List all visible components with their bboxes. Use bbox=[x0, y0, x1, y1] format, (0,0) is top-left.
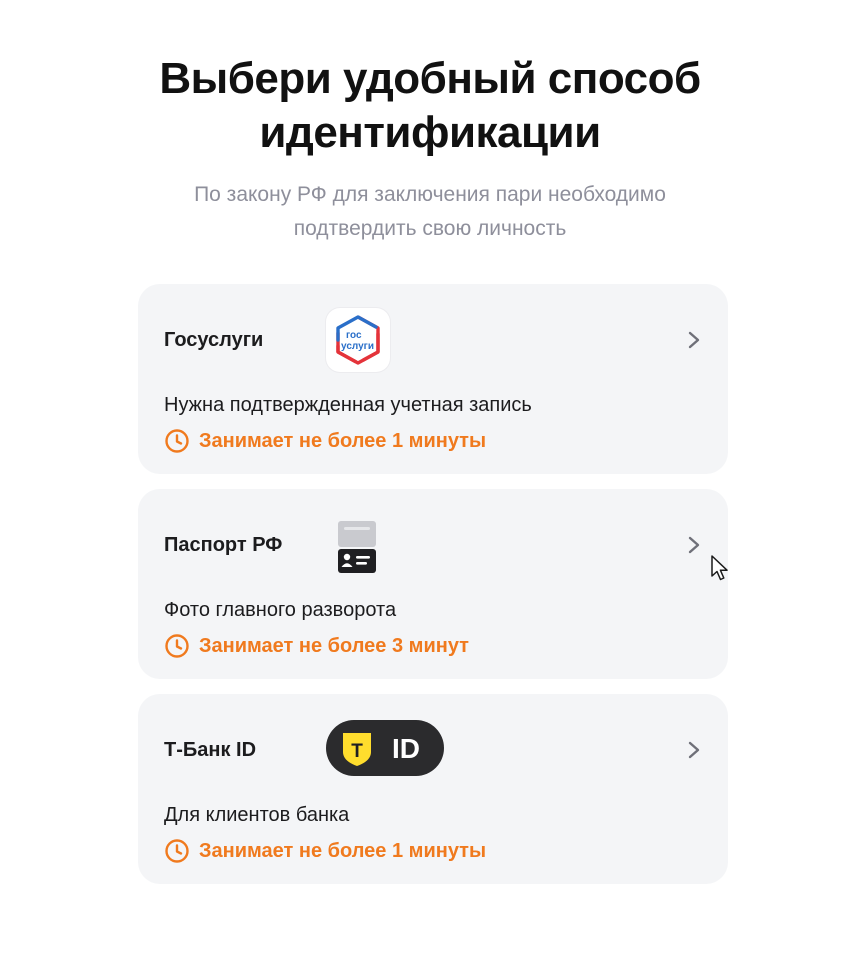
clock-icon bbox=[165, 429, 189, 453]
method-description: Для клиентов банка bbox=[164, 804, 350, 826]
method-card-passport[interactable]: Паспорт РФ Фото главного разворота Заним… bbox=[138, 489, 728, 679]
tbank-logo-id: ID bbox=[392, 733, 420, 764]
page-subtitle: По закону РФ для заключения пари необход… bbox=[194, 183, 666, 240]
identification-screen: Выбери удобный способ идентификации По з… bbox=[0, 0, 860, 980]
method-duration-text: Занимает не более 3 минут bbox=[199, 634, 469, 657]
method-description: Фото главного разворота bbox=[164, 599, 397, 621]
chevron-right-icon bbox=[688, 331, 700, 349]
gosuslugi-logo-text-bottom: услуги bbox=[341, 341, 374, 352]
passport-icon bbox=[334, 519, 384, 579]
tbank-id-logo: Т ID bbox=[326, 720, 444, 776]
chevron-right-icon bbox=[688, 741, 700, 759]
method-card-gosuslugi[interactable]: Госуслуги гос услуги Нужна подтвержденна… bbox=[138, 284, 728, 474]
method-duration: Занимает не более 1 минуты bbox=[164, 427, 486, 455]
clock-icon bbox=[165, 839, 189, 863]
clock-icon bbox=[165, 634, 189, 658]
method-title: Паспорт РФ bbox=[164, 534, 283, 556]
method-title: Т-Банк ID bbox=[164, 739, 257, 761]
tbank-logo-letter: Т bbox=[351, 741, 363, 762]
method-title: Госуслуги bbox=[164, 329, 264, 351]
method-duration: Занимает не более 3 минут bbox=[164, 632, 469, 660]
method-duration-text: Занимает не более 1 минуты bbox=[199, 429, 487, 452]
mouse-pointer-icon bbox=[711, 555, 728, 581]
page-title: Выбери удобный способ идентификации bbox=[159, 54, 701, 157]
method-card-tbank-id[interactable]: Т-Банк ID Т ID Для клиентов банка Занима… bbox=[138, 694, 728, 884]
gosuslugi-logo-text-top: гос bbox=[346, 330, 362, 341]
method-description: Нужна подтвержденная учетная запись bbox=[164, 394, 532, 416]
gosuslugi-logo: гос услуги bbox=[326, 308, 390, 372]
method-duration-text: Занимает не более 1 минуты bbox=[199, 839, 487, 862]
chevron-right-icon bbox=[688, 536, 700, 554]
method-duration: Занимает не более 1 минуты bbox=[164, 837, 486, 865]
